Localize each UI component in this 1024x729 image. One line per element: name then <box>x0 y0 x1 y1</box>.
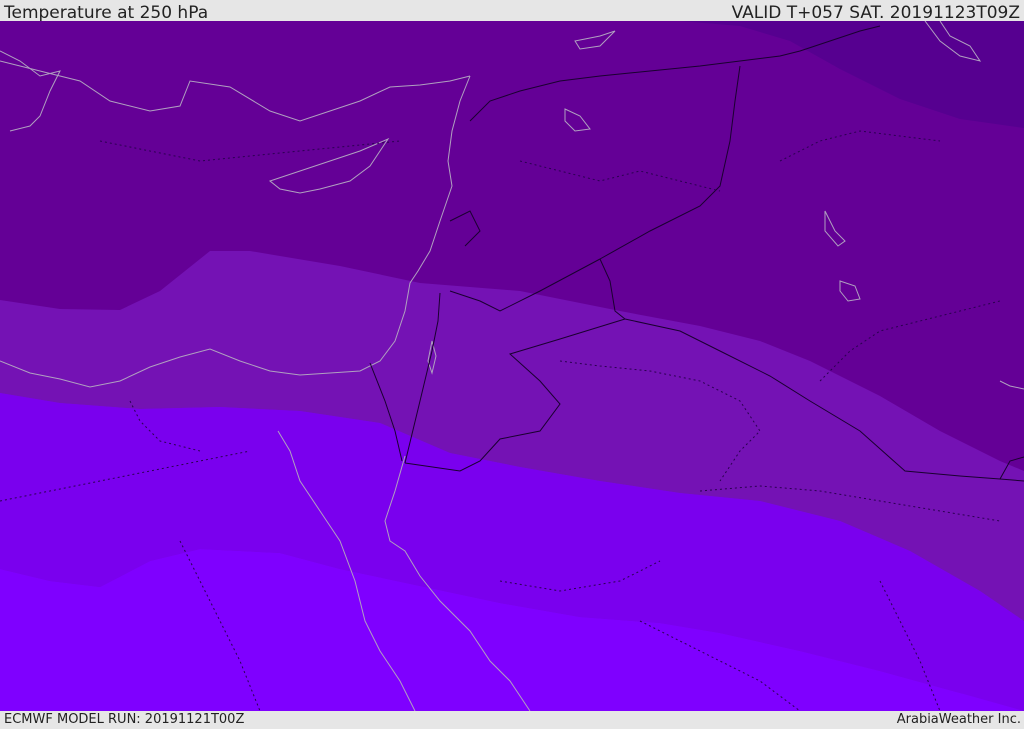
map-title: Temperature at 250 hPa <box>4 3 209 23</box>
valid-time: VALID T+057 SAT. 20191123T09Z <box>731 3 1020 23</box>
header-bar: Temperature at 250 hPa VALID T+057 SAT. … <box>0 0 1024 23</box>
map-canvas <box>0 21 1024 711</box>
credit: ArabiaWeather Inc. <box>896 712 1021 727</box>
model-run: ECMWF MODEL RUN: 20191121T00Z <box>4 712 245 727</box>
temperature-map[interactable] <box>0 21 1024 711</box>
footer-bar: ECMWF MODEL RUN: 20191121T00Z ArabiaWeat… <box>0 711 1024 729</box>
